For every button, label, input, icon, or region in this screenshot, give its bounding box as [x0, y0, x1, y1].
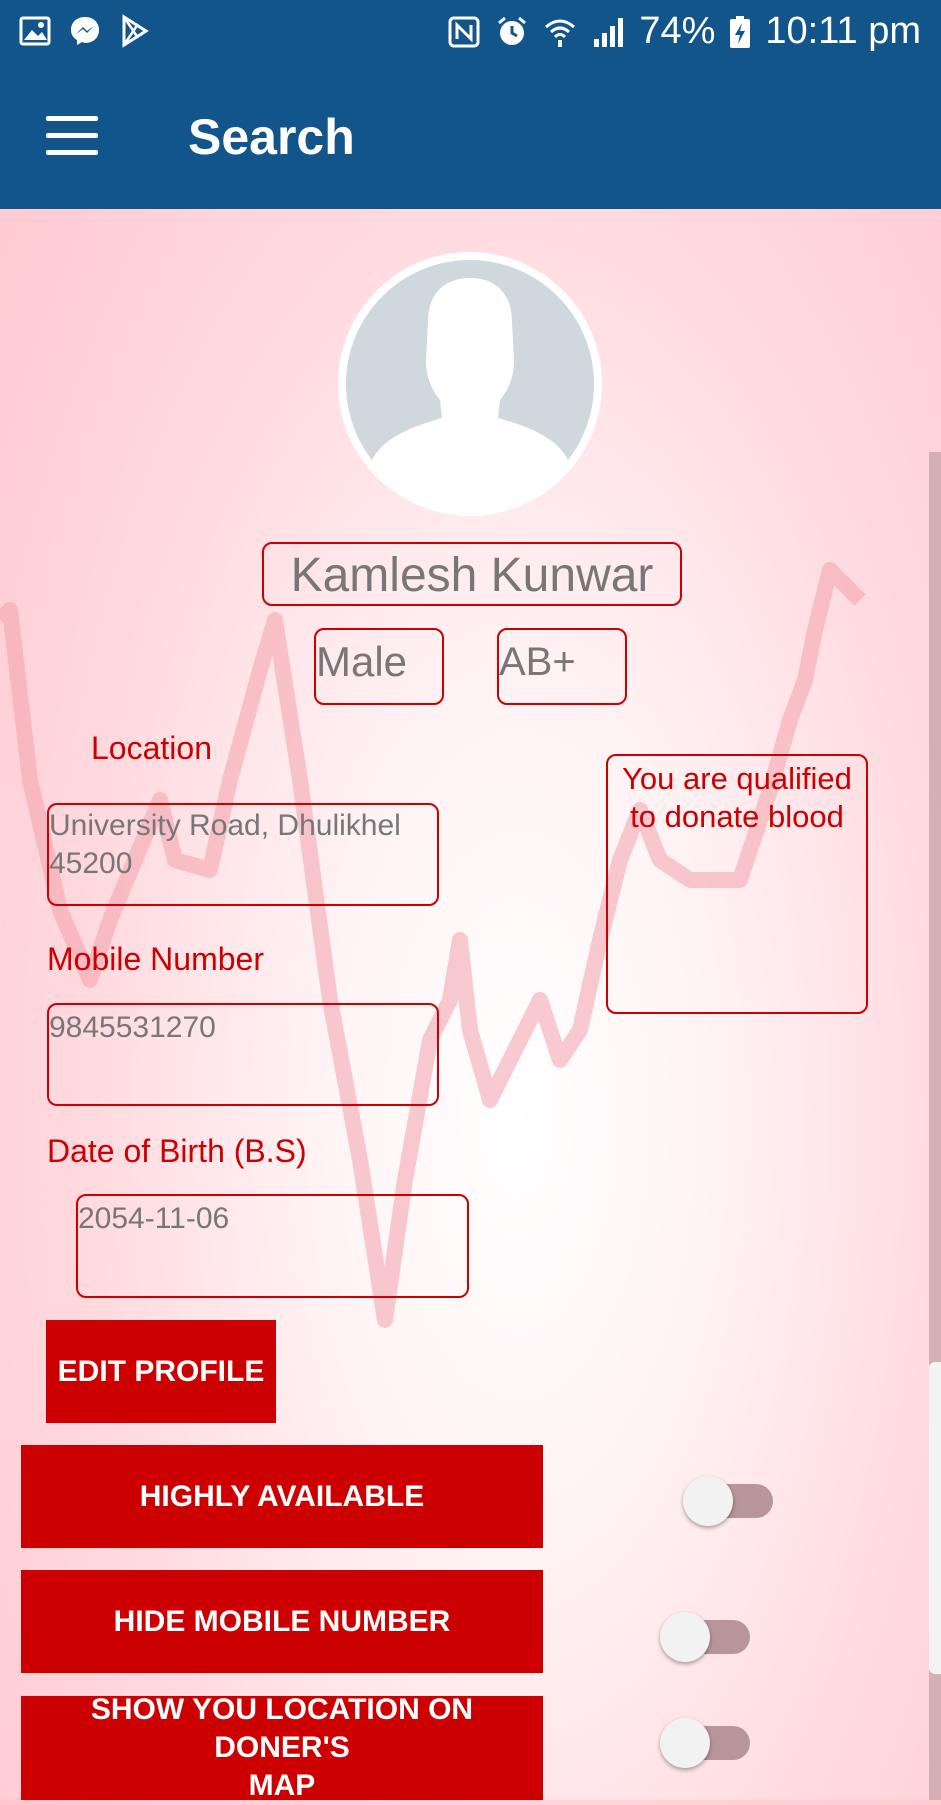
notification-icons [18, 14, 152, 48]
show-location-line2: MAP [248, 1769, 316, 1802]
name-field[interactable]: Kamlesh Kunwar [262, 542, 682, 606]
qualification-status: You are qualified to donate blood [606, 754, 868, 1014]
qualification-line2: to donate blood [630, 799, 844, 834]
avatar[interactable] [338, 252, 602, 516]
mobile-label: Mobile Number [47, 941, 264, 977]
highly-available-toggle[interactable] [683, 1470, 773, 1526]
show-location-toggle[interactable] [660, 1712, 750, 1768]
show-location-line1: SHOW YOU LOCATION ON DONER'S [90, 1693, 474, 1764]
location-line1: University Road, Dhulikhel [49, 809, 401, 842]
status-bar: 74% 10:11 pm [0, 0, 941, 64]
alarm-icon [498, 16, 527, 45]
gallery-icon [19, 16, 51, 46]
status-right: 74% 10:11 pm [447, 10, 921, 53]
app-bar: Search [0, 64, 941, 209]
hide-mobile-button[interactable]: HIDE MOBILE NUMBER [21, 1570, 543, 1673]
edit-profile-button[interactable]: EDIT PROFILE [46, 1320, 276, 1423]
wifi-icon [545, 19, 576, 47]
mobile-field[interactable]: 9845531270 [47, 1003, 439, 1106]
qualification-line1: You are qualified [622, 761, 852, 796]
gender-field[interactable]: Male [314, 628, 444, 705]
user-silhouette-icon [364, 278, 576, 508]
menu-icon[interactable] [46, 116, 98, 156]
page-title: Search [188, 109, 355, 165]
nfc-icon [448, 16, 480, 47]
clock: 10:11 pm [765, 10, 921, 52]
dob-field[interactable]: 2054-11-06 [76, 1194, 469, 1298]
scrollbar-thumb[interactable] [929, 1362, 941, 1674]
location-label: Location [91, 730, 212, 766]
dob-label: Date of Birth (B.S) [47, 1133, 307, 1169]
blood-group-field[interactable]: AB+ [497, 628, 627, 705]
battery-percent: 74% [639, 10, 716, 52]
show-location-button[interactable]: SHOW YOU LOCATION ON DONER'S MAP [21, 1693, 543, 1802]
play-store-icon [122, 14, 149, 48]
messenger-icon [71, 17, 99, 45]
hide-mobile-toggle[interactable] [660, 1606, 750, 1662]
location-line2: 45200 [49, 847, 133, 880]
highly-available-button[interactable]: HIGHLY AVAILABLE [21, 1445, 543, 1548]
location-field[interactable]: University Road, Dhulikhel 45200 [47, 803, 439, 906]
signal-icon [594, 17, 624, 47]
battery-charging-icon [730, 15, 751, 48]
